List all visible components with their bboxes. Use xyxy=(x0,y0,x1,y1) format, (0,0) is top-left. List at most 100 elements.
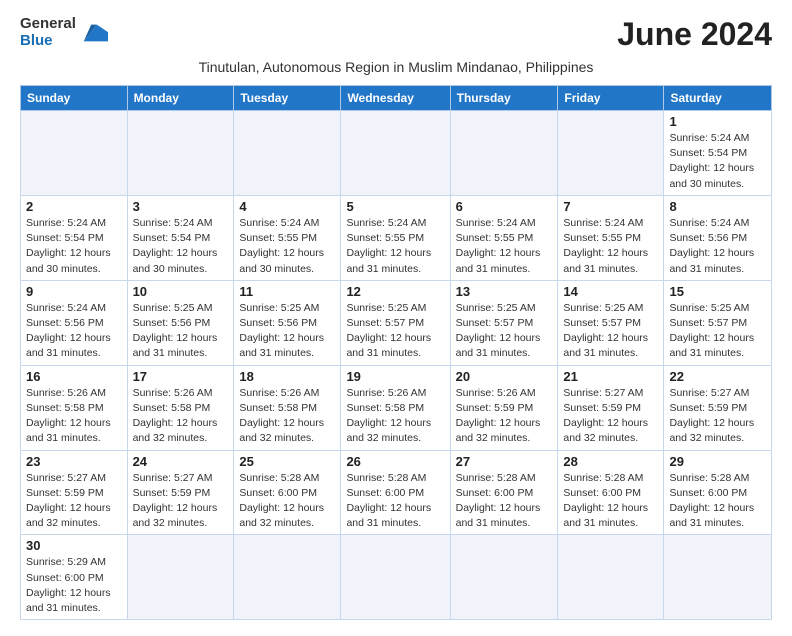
calendar-week-row: 9 Sunrise: 5:24 AMSunset: 5:56 PMDaylight… xyxy=(21,280,772,365)
day-info: Sunrise: 5:27 AMSunset: 5:59 PMDaylight:… xyxy=(669,386,766,447)
calendar-day-cell: 21 Sunrise: 5:27 AMSunset: 5:59 PMDayligh… xyxy=(558,365,664,450)
day-number: 26 xyxy=(346,454,444,469)
calendar-day-cell: 25Sunrise: 5:28 AMSunset: 6:00 PMDayligh… xyxy=(234,450,341,535)
calendar-day-cell: 23 Sunrise: 5:27 AMSunset: 5:59 PMDayligh… xyxy=(21,450,128,535)
calendar-day-cell xyxy=(558,535,664,620)
day-number: 19 xyxy=(346,369,444,384)
calendar-day-cell: 27 Sunrise: 5:28 AMSunset: 6:00 PMDayligh… xyxy=(450,450,558,535)
day-info: Sunrise: 5:24 AMSunset: 5:54 PMDaylight:… xyxy=(26,216,122,277)
day-number: 23 xyxy=(26,454,122,469)
calendar-day-cell: 12Sunrise: 5:25 AMSunset: 5:57 PMDayligh… xyxy=(341,280,450,365)
day-info: Sunrise: 5:25 AMSunset: 5:57 PMDaylight:… xyxy=(563,301,658,362)
day-number: 15 xyxy=(669,284,766,299)
day-info: Sunrise: 5:24 AMSunset: 5:55 PMDaylight:… xyxy=(346,216,444,277)
calendar-day-cell: 17 Sunrise: 5:26 AMSunset: 5:58 PMDayligh… xyxy=(127,365,234,450)
day-info: Sunrise: 5:28 AMSunset: 6:00 PMDaylight:… xyxy=(346,471,444,532)
day-number: 17 xyxy=(133,369,229,384)
day-number: 13 xyxy=(456,284,553,299)
calendar-day-cell: 5 Sunrise: 5:24 AMSunset: 5:55 PMDaylight… xyxy=(341,195,450,280)
day-info: Sunrise: 5:25 AMSunset: 5:57 PMDaylight:… xyxy=(669,301,766,362)
weekday-header-friday: Friday xyxy=(558,86,664,111)
calendar-day-cell: 1Sunrise: 5:24 AMSunset: 5:54 PMDaylight… xyxy=(664,111,772,196)
day-number: 6 xyxy=(456,199,553,214)
day-info: Sunrise: 5:29 AMSunset: 6:00 PMDaylight:… xyxy=(26,555,122,616)
calendar-day-cell: 7Sunrise: 5:24 AMSunset: 5:55 PMDaylight… xyxy=(558,195,664,280)
calendar-week-row: 1Sunrise: 5:24 AMSunset: 5:54 PMDaylight… xyxy=(21,111,772,196)
day-info: Sunrise: 5:24 AMSunset: 5:56 PMDaylight:… xyxy=(669,216,766,277)
calendar-day-cell: 19Sunrise: 5:26 AMSunset: 5:58 PMDayligh… xyxy=(341,365,450,450)
day-info: Sunrise: 5:26 AMSunset: 5:58 PMDaylight:… xyxy=(133,386,229,447)
day-info: Sunrise: 5:26 AMSunset: 5:58 PMDaylight:… xyxy=(26,386,122,447)
calendar-day-cell: 2 Sunrise: 5:24 AMSunset: 5:54 PMDaylight… xyxy=(21,195,128,280)
calendar-day-cell xyxy=(341,535,450,620)
weekday-header-sunday: Sunday xyxy=(21,86,128,111)
calendar-week-row: 30Sunrise: 5:29 AMSunset: 6:00 PMDayligh… xyxy=(21,535,772,620)
calendar-week-row: 16 Sunrise: 5:26 AMSunset: 5:58 PMDayligh… xyxy=(21,365,772,450)
day-number: 9 xyxy=(26,284,122,299)
calendar-day-cell: 30Sunrise: 5:29 AMSunset: 6:00 PMDayligh… xyxy=(21,535,128,620)
calendar-day-cell: 4Sunrise: 5:24 AMSunset: 5:55 PMDaylight… xyxy=(234,195,341,280)
day-number: 11 xyxy=(239,284,335,299)
calendar-day-cell xyxy=(450,535,558,620)
weekday-header-row: SundayMondayTuesdayWednesdayThursdayFrid… xyxy=(21,86,772,111)
calendar-table: SundayMondayTuesdayWednesdayThursdayFrid… xyxy=(20,85,772,620)
day-number: 25 xyxy=(239,454,335,469)
calendar-day-cell xyxy=(127,535,234,620)
day-number: 18 xyxy=(239,369,335,384)
day-number: 2 xyxy=(26,199,122,214)
calendar-day-cell: 22 Sunrise: 5:27 AMSunset: 5:59 PMDayligh… xyxy=(664,365,772,450)
calendar-day-cell: 3 Sunrise: 5:24 AMSunset: 5:54 PMDaylight… xyxy=(127,195,234,280)
logo: GeneralBlue xyxy=(20,16,108,49)
weekday-header-thursday: Thursday xyxy=(450,86,558,111)
day-number: 8 xyxy=(669,199,766,214)
day-info: Sunrise: 5:24 AMSunset: 5:54 PMDaylight:… xyxy=(669,131,766,192)
day-number: 7 xyxy=(563,199,658,214)
day-number: 28 xyxy=(563,454,658,469)
day-number: 5 xyxy=(346,199,444,214)
calendar-day-cell: 13Sunrise: 5:25 AMSunset: 5:57 PMDayligh… xyxy=(450,280,558,365)
month-year-title: June 2024 xyxy=(617,16,772,53)
calendar-day-cell: 18 Sunrise: 5:26 AMSunset: 5:58 PMDayligh… xyxy=(234,365,341,450)
calendar-day-cell xyxy=(234,535,341,620)
weekday-header-wednesday: Wednesday xyxy=(341,86,450,111)
day-info: Sunrise: 5:26 AMSunset: 5:59 PMDaylight:… xyxy=(456,386,553,447)
day-info: Sunrise: 5:28 AMSunset: 6:00 PMDaylight:… xyxy=(563,471,658,532)
day-info: Sunrise: 5:24 AMSunset: 5:54 PMDaylight:… xyxy=(133,216,229,277)
day-number: 24 xyxy=(133,454,229,469)
day-number: 16 xyxy=(26,369,122,384)
logo-text: GeneralBlue xyxy=(20,16,76,49)
day-info: Sunrise: 5:25 AMSunset: 5:56 PMDaylight:… xyxy=(133,301,229,362)
day-number: 21 xyxy=(563,369,658,384)
calendar-day-cell xyxy=(127,111,234,196)
day-number: 3 xyxy=(133,199,229,214)
day-number: 27 xyxy=(456,454,553,469)
calendar-day-cell: 28 Sunrise: 5:28 AMSunset: 6:00 PMDayligh… xyxy=(558,450,664,535)
weekday-header-tuesday: Tuesday xyxy=(234,86,341,111)
calendar-day-cell: 26 Sunrise: 5:28 AMSunset: 6:00 PMDayligh… xyxy=(341,450,450,535)
day-info: Sunrise: 5:26 AMSunset: 5:58 PMDaylight:… xyxy=(239,386,335,447)
calendar-day-cell: 14 Sunrise: 5:25 AMSunset: 5:57 PMDayligh… xyxy=(558,280,664,365)
calendar-day-cell: 24 Sunrise: 5:27 AMSunset: 5:59 PMDayligh… xyxy=(127,450,234,535)
location-subtitle: Tinutulan, Autonomous Region in Muslim M… xyxy=(20,59,772,75)
day-info: Sunrise: 5:27 AMSunset: 5:59 PMDaylight:… xyxy=(563,386,658,447)
day-number: 10 xyxy=(133,284,229,299)
calendar-day-cell xyxy=(341,111,450,196)
calendar-day-cell: 10 Sunrise: 5:25 AMSunset: 5:56 PMDayligh… xyxy=(127,280,234,365)
calendar-week-row: 23 Sunrise: 5:27 AMSunset: 5:59 PMDayligh… xyxy=(21,450,772,535)
weekday-header-monday: Monday xyxy=(127,86,234,111)
day-info: Sunrise: 5:28 AMSunset: 6:00 PMDaylight:… xyxy=(669,471,766,532)
day-number: 14 xyxy=(563,284,658,299)
day-info: Sunrise: 5:28 AMSunset: 6:00 PMDaylight:… xyxy=(456,471,553,532)
calendar-day-cell xyxy=(450,111,558,196)
day-info: Sunrise: 5:24 AMSunset: 5:55 PMDaylight:… xyxy=(456,216,553,277)
day-info: Sunrise: 5:24 AMSunset: 5:56 PMDaylight:… xyxy=(26,301,122,362)
calendar-day-cell: 20Sunrise: 5:26 AMSunset: 5:59 PMDayligh… xyxy=(450,365,558,450)
page-header: GeneralBlue June 2024 xyxy=(20,16,772,53)
calendar-day-cell: 9 Sunrise: 5:24 AMSunset: 5:56 PMDaylight… xyxy=(21,280,128,365)
calendar-day-cell xyxy=(664,535,772,620)
day-number: 4 xyxy=(239,199,335,214)
day-info: Sunrise: 5:27 AMSunset: 5:59 PMDaylight:… xyxy=(133,471,229,532)
day-info: Sunrise: 5:27 AMSunset: 5:59 PMDaylight:… xyxy=(26,471,122,532)
day-number: 22 xyxy=(669,369,766,384)
calendar-week-row: 2 Sunrise: 5:24 AMSunset: 5:54 PMDaylight… xyxy=(21,195,772,280)
